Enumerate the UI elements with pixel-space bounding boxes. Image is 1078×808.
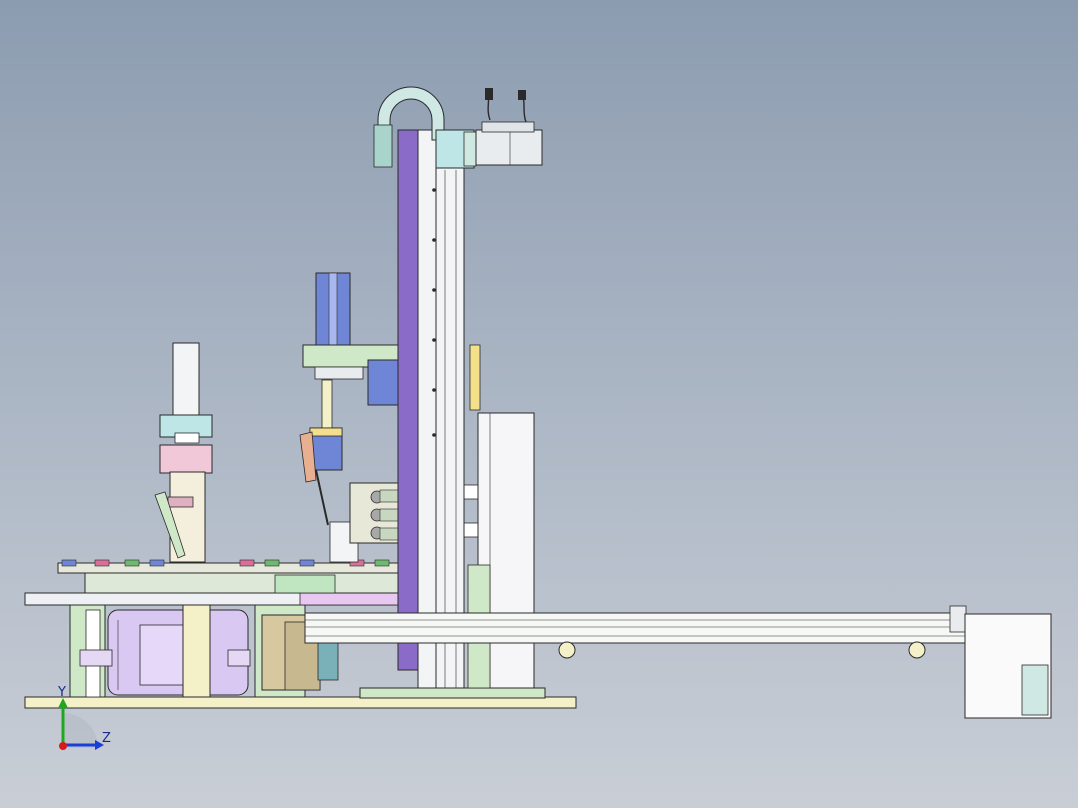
x-axis-dot bbox=[59, 742, 67, 750]
press-unit-left bbox=[154, 342, 213, 563]
cad-viewport[interactable]: Y Z bbox=[0, 0, 1078, 808]
y-axis-label: Y bbox=[58, 685, 66, 700]
vertical-column bbox=[397, 129, 465, 689]
rotary-table bbox=[24, 559, 406, 606]
cad-drawing bbox=[24, 86, 1052, 750]
end-cabinet bbox=[964, 613, 1052, 719]
z-axis-label: Z bbox=[102, 731, 111, 746]
top-servo-motor bbox=[435, 88, 543, 169]
